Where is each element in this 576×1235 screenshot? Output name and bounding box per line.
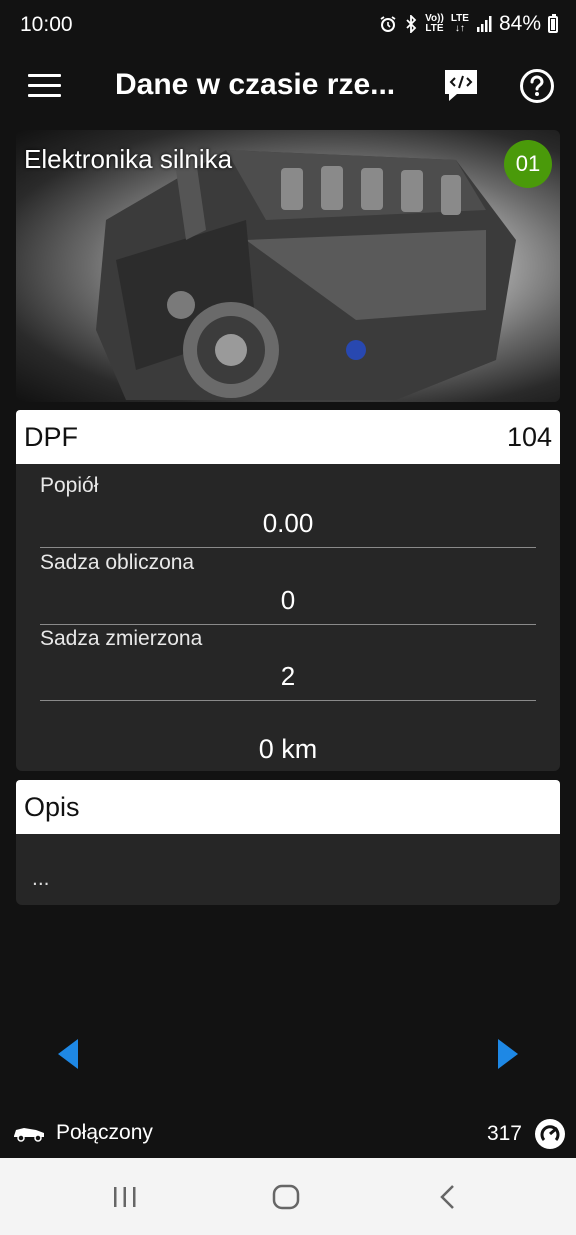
recent-apps-icon[interactable] [112,1186,138,1208]
dpf-code: 104 [506,422,552,452]
description-card-header[interactable]: Opis [16,780,560,834]
status-time: 10:00 [20,13,73,36]
status-bar: 10:00 Vo)) LTE LTE ↓↑ 84% [0,0,576,50]
param-value: 2 [280,661,296,691]
code-comment-icon[interactable] [443,68,479,102]
description-text: ... [32,867,50,890]
home-icon[interactable] [272,1184,300,1210]
alarm-icon [380,16,396,32]
dpf-card-body: Popiół 0.00 Sadza obliczona 0 Sadza zmie… [16,464,560,771]
next-arrow-icon[interactable] [496,1037,520,1071]
system-navigation-bar [0,1158,576,1235]
param-row: Popiół 0.00 [40,474,536,548]
lte-indicator: LTE ↓↑ [450,13,469,34]
param-value: 0 [280,585,296,615]
battery-percent: 84% [498,12,541,35]
connection-status: Połączony [12,1121,153,1145]
dpf-title: DPF [24,422,78,452]
battery-icon [548,13,558,33]
module-image-card[interactable]: Elektronika silnika 01 [16,130,560,402]
car-icon [14,1128,44,1142]
module-title: Elektronika silnika [24,144,233,174]
menu-button[interactable] [28,74,61,100]
connection-status-label: Połączony [56,1121,153,1144]
refresh-gauge-icon[interactable] [534,1118,566,1150]
dpf-card-header[interactable]: DPF 104 [16,410,560,464]
param-label: Popiół [40,474,99,497]
param-value: 0.00 [262,508,314,538]
description-card-body: ... [16,834,560,905]
param-row: Sadza zmierzona 2 [40,627,536,701]
help-icon[interactable] [519,68,555,104]
menu-icon [28,74,61,77]
counter: 317 [487,1118,566,1150]
page-title: Dane w czasie rze... [115,68,396,101]
counter-value: 317 [486,1122,522,1145]
param-label: Sadza obliczona [40,551,195,574]
divider [40,547,536,548]
status-icons: Vo)) LTE LTE ↓↑ 84% [379,12,558,36]
bluetooth-icon [406,15,417,33]
divider [40,624,536,625]
description-title: Opis [24,792,80,822]
previous-arrow-icon[interactable] [56,1037,80,1071]
param-row: Sadza obliczona 0 [40,551,536,625]
back-icon[interactable] [438,1184,456,1210]
divider [40,700,536,701]
volte-indicator: Vo)) LTE [425,13,444,34]
signal-icon [476,16,492,32]
param-label: Sadza zmierzona [40,627,203,650]
app-bar: Dane w czasie rze... [0,50,576,128]
connection-footer: Połączony 317 [0,1112,576,1158]
distance-value: 0 km [258,734,318,764]
module-number-badge: 01 [504,140,552,188]
